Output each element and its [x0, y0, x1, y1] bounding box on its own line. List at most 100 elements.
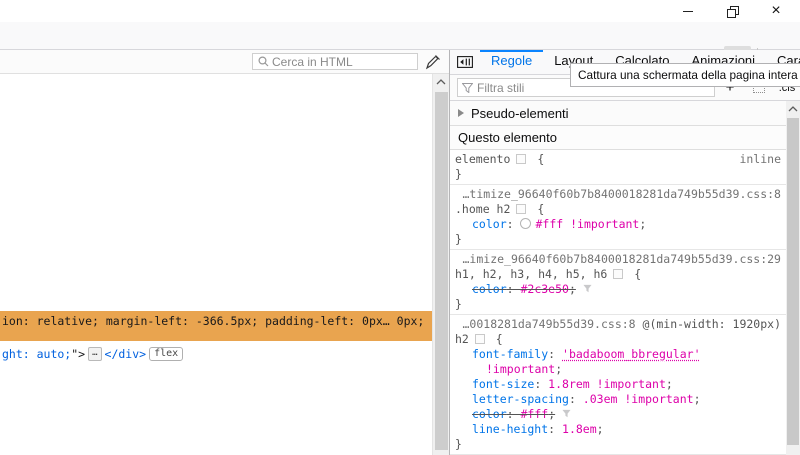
css-declaration[interactable]: font-family: 'badaboom_bbregular': [455, 347, 781, 362]
css-declaration[interactable]: color: #2c3e50;: [455, 282, 781, 297]
important-keyword: !important: [563, 217, 639, 231]
highlight-matches-icon[interactable]: [516, 204, 526, 214]
window-restore-button[interactable]: [714, 0, 750, 22]
inspector-toolbar: [0, 50, 449, 74]
flex-badge[interactable]: flex: [149, 347, 183, 361]
restore-icon: [727, 6, 738, 17]
scrollbar-thumb[interactable]: [787, 118, 799, 445]
open-brace: {: [530, 202, 544, 216]
eyedropper-button[interactable]: [421, 51, 445, 73]
close-brace: }: [455, 232, 781, 247]
three-pane-icon: [457, 56, 473, 68]
expand-arrow-icon: [458, 109, 464, 117]
devtools-toolbar: ▾: [0, 22, 800, 50]
close-brace: }: [455, 297, 781, 312]
this-element-label: Questo elemento: [458, 130, 557, 145]
important-keyword: !important: [590, 377, 666, 391]
property-value: #fff: [535, 217, 563, 231]
declaration-text: color: #fff !important;: [472, 217, 646, 231]
property-value: 1.8rem: [548, 377, 590, 391]
open-brace: {: [530, 152, 544, 166]
css-rule: …imize_96640f60b7b8400018281da749b55d39.…: [450, 250, 786, 315]
rule-media-query: @(min-width: 1920px): [636, 317, 781, 331]
css-rules: inlineelemento {} …timize_96640f60b7b8400…: [450, 150, 786, 455]
expand-ellipsis-badge[interactable]: …: [88, 347, 101, 361]
declaration-text: line-height: 1.8em;: [472, 422, 604, 436]
rule-source-link[interactable]: …timize_96640f60b7b8400018281da749b55d39…: [463, 187, 782, 201]
scroll-up-icon[interactable]: [786, 106, 800, 112]
property-name: color: [472, 217, 507, 231]
rule-source-line: …timize_96640f60b7b8400018281da749b55d39…: [455, 187, 781, 202]
pseudo-elements-label: Pseudo-elementi: [471, 106, 569, 121]
rule-selector[interactable]: .home h2: [455, 202, 510, 216]
declaration-text: font-size: 1.8rem !important;: [472, 377, 673, 391]
toggle-panes-button[interactable]: [450, 50, 480, 74]
attribute-text: ion: relative; margin-left: -366.5px; pa…: [2, 314, 424, 328]
declaration-text: letter-spacing: .03em !important;: [472, 392, 701, 406]
overridden-filter-icon[interactable]: [583, 282, 592, 296]
rule-selector-line: inlineelemento {: [455, 152, 781, 167]
devtools-window: × ▾: [0, 0, 800, 455]
scrollbar-thumb[interactable]: [435, 92, 448, 450]
rules-scrollbar[interactable]: [786, 101, 800, 455]
markup-scrollbar[interactable]: [432, 74, 449, 455]
close-brace: }: [455, 167, 781, 182]
property-name: line-height: [472, 422, 548, 436]
window-close-button[interactable]: ×: [758, 0, 794, 22]
css-declaration[interactable]: line-height: 1.8em;: [455, 422, 781, 437]
highlight-matches-icon[interactable]: [613, 269, 623, 279]
highlight-matches-icon[interactable]: [516, 154, 526, 164]
open-brace: {: [489, 332, 503, 346]
scroll-up-icon[interactable]: [433, 79, 449, 85]
rule-selector-line: h2 {: [455, 332, 781, 347]
important-keyword: !important: [617, 392, 693, 406]
css-declaration[interactable]: letter-spacing: .03em !important;: [455, 392, 781, 407]
property-value: 1.8em: [562, 422, 597, 436]
property-name: font-family: [472, 347, 548, 361]
css-rule: …0018281da749b55d39.css:8 @(min-width: 1…: [450, 315, 786, 455]
markup-closing-line[interactable]: ght: auto;"> … </div> flex: [2, 346, 183, 362]
css-declaration[interactable]: font-size: 1.8rem !important;: [455, 377, 781, 392]
overridden-filter-icon[interactable]: [562, 407, 571, 421]
property-name: color: [472, 282, 507, 296]
rules-content: Pseudo-elementi Questo elemento inlineel…: [450, 101, 786, 455]
window-titlebar: ×: [0, 0, 800, 22]
declaration-text: font-family: 'badaboom_bbregular': [472, 347, 701, 361]
highlight-matches-icon[interactable]: [475, 334, 485, 344]
rule-source-link[interactable]: …0018281da749b55d39.css:8: [463, 317, 636, 331]
this-element-header: Questo elemento: [450, 126, 786, 150]
rule-selector[interactable]: h1, h2, h3, h4, h5, h6: [455, 267, 607, 281]
css-declaration-continued[interactable]: !important;: [455, 362, 781, 377]
screenshot-tooltip: Cattura una schermata della pagina inter…: [570, 63, 800, 87]
eyedropper-icon: [424, 53, 442, 71]
window-minimize-button[interactable]: [670, 0, 706, 22]
closing-tag: </div>: [105, 347, 147, 361]
property-name: letter-spacing: [472, 392, 569, 406]
markup-search: [252, 53, 418, 70]
close-brace: }: [455, 437, 781, 452]
rule-selector[interactable]: h2: [455, 332, 469, 346]
property-name: color: [472, 407, 507, 421]
color-swatch[interactable]: [520, 218, 531, 229]
rules-sidebar: RegoleLayoutCalcolatoAnimazioniCarat▾ + …: [450, 50, 800, 455]
property-value: .03em: [583, 392, 618, 406]
markup-view: ion: relative; margin-left: -366.5px; pa…: [0, 74, 432, 455]
css-declaration[interactable]: color: #fff !important;: [455, 217, 781, 232]
search-input[interactable]: [272, 55, 417, 69]
open-brace: {: [627, 267, 641, 281]
rule-source-line: …0018281da749b55d39.css:8 @(min-width: 1…: [455, 317, 781, 332]
filter-icon: [462, 83, 473, 93]
rule-source-link[interactable]: …imize_96640f60b7b8400018281da749b55d39.…: [463, 252, 782, 266]
rule-selector[interactable]: elemento: [455, 152, 510, 166]
declaration-text: color: #2c3e50;: [472, 282, 576, 296]
close-icon: ×: [771, 3, 780, 19]
property-name: font-size: [472, 377, 534, 391]
tab-regole[interactable]: Regole: [480, 50, 543, 74]
pseudo-elements-header[interactable]: Pseudo-elementi: [450, 101, 786, 126]
css-declaration[interactable]: color: #fff;: [455, 407, 781, 422]
important-keyword: !important: [486, 362, 555, 376]
search-icon: [258, 56, 269, 67]
attribute-value: ght: auto;: [2, 347, 71, 361]
markup-highlighted-line[interactable]: ion: relative; margin-left: -366.5px; pa…: [0, 311, 432, 341]
property-value: 'badaboom_bbregular': [562, 347, 700, 361]
